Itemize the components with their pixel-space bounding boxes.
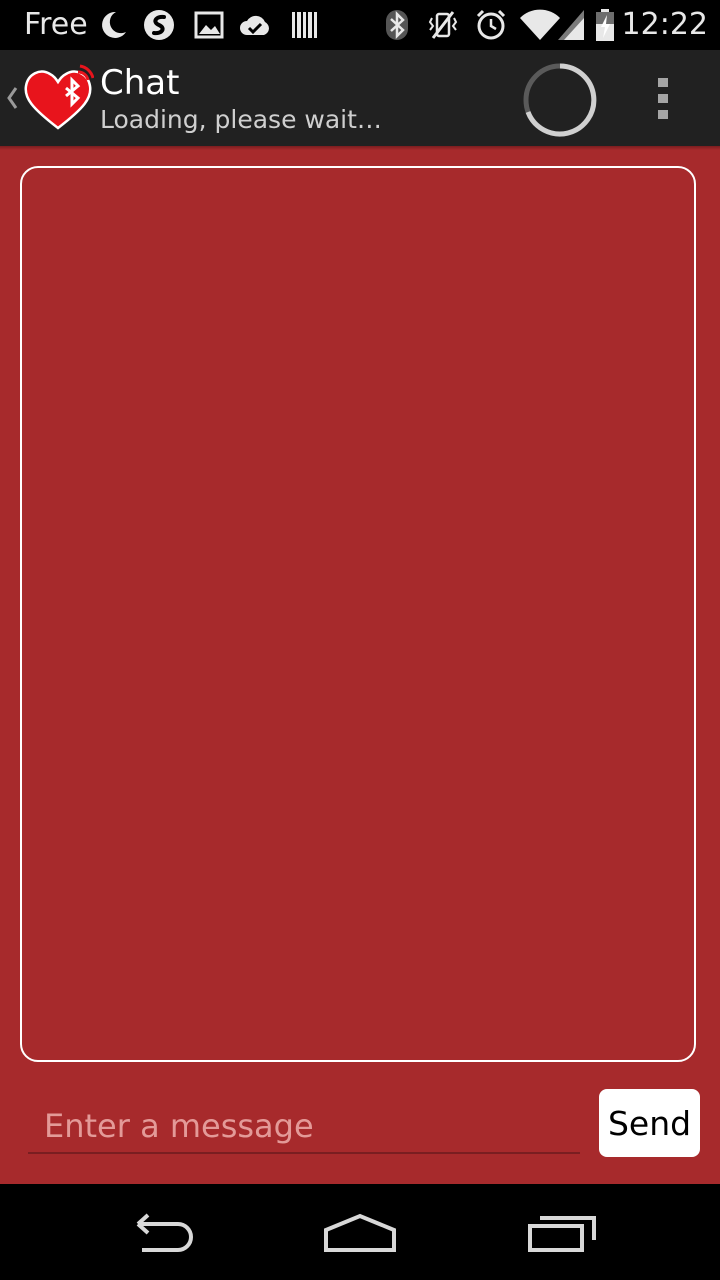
image-icon xyxy=(194,11,224,39)
battery-charging-icon xyxy=(596,9,614,41)
vibrate-icon xyxy=(428,11,458,39)
status-bar: Free 12:22 xyxy=(0,0,720,50)
action-bar: Chat Loading, please wait… xyxy=(0,50,720,150)
swiftkey-icon xyxy=(144,10,174,40)
barcode-icon xyxy=(292,12,317,38)
up-caret-icon[interactable] xyxy=(4,78,20,118)
loading-spinner xyxy=(523,63,597,137)
bluetooth-icon xyxy=(386,10,408,40)
message-input[interactable] xyxy=(28,1100,580,1154)
back-icon[interactable] xyxy=(120,1206,200,1258)
conversation-list[interactable] xyxy=(20,166,696,1062)
moon-icon xyxy=(102,11,126,38)
carrier-label: Free xyxy=(24,7,88,42)
cloud-check-icon xyxy=(240,15,269,36)
heart-bluetooth-icon[interactable] xyxy=(22,64,94,132)
chat-screen: Free 12:22 Chat Loading, please wait… En… xyxy=(0,0,720,1280)
page-subtitle: Loading, please wait… xyxy=(100,105,382,134)
recents-icon[interactable] xyxy=(522,1206,602,1258)
overflow-menu-icon[interactable] xyxy=(640,74,686,124)
action-bar-shadow xyxy=(0,146,720,150)
navigation-bar xyxy=(0,1184,720,1280)
home-icon[interactable] xyxy=(320,1206,400,1258)
status-clock: 12:22 xyxy=(621,7,708,42)
send-button[interactable]: Send xyxy=(599,1089,700,1157)
signal-icon xyxy=(558,10,584,40)
page-title: Chat xyxy=(100,63,180,103)
alarm-icon xyxy=(476,9,506,40)
